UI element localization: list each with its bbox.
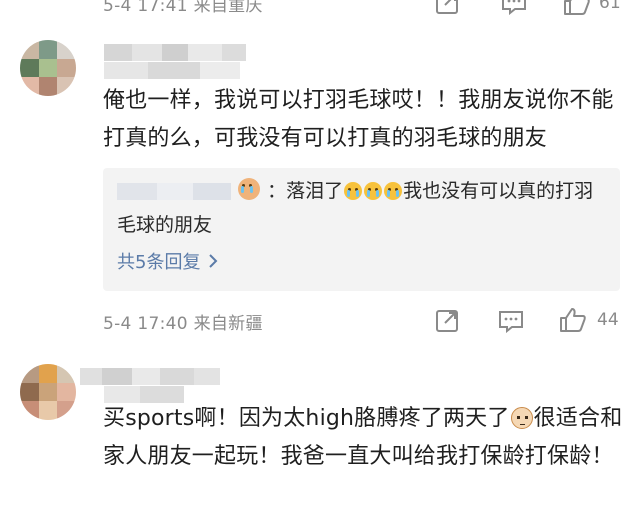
comment-1-meta: 5-4 17:40 来自新疆 [103,313,263,334]
thumbs-up-icon [564,0,590,15]
repost-icon [436,0,458,14]
like-button[interactable]: 44 [559,307,619,333]
repost-button[interactable] [435,0,461,15]
cat-emoji-icon [510,407,533,429]
avatar[interactable] [20,40,76,96]
crying-emoji-icon [344,182,363,200]
reply-text-before: ：落泪了 [267,180,344,202]
comment-top-meta-row: 5-4 17:41 来自重庆 61 [103,0,623,18]
reply-avatar-emoji [238,178,261,200]
comment-button[interactable] [498,309,524,333]
username-redacted[interactable] [80,368,220,385]
comment-1-body: 俺也一样，我说可以打羽毛球哎！！我朋友说你不能打真的么，可我没有可以打真的羽毛球… [103,88,614,151]
like-count: 61 [599,0,621,13]
comment-2-text-before: 买sports啊！因为太high胳膊疼了两天了 [103,406,510,431]
user-badge-redacted [104,62,240,79]
like-button[interactable]: 61 [563,0,621,16]
comment-2-body: 买sports啊！因为太high胳膊疼了两天了 很适合和家人朋友一起玩！我爸一直大… [103,400,623,476]
repost-icon [436,310,458,332]
reply-preview[interactable]: ：落泪了 我也没有可以真的打羽毛球的朋友 共5条回复 [103,168,620,291]
reply-text: ：落泪了 我也没有可以真的打羽毛球的朋友 [117,174,607,242]
chevron-right-icon [209,254,218,268]
comment-button[interactable] [501,0,527,15]
comment-1-meta-row: 5-4 17:40 来自新疆 44 [103,306,623,336]
crying-emoji-icon [384,182,403,200]
crying-emoji-icon [364,182,383,200]
avatar[interactable] [20,364,76,420]
reply-username-redacted[interactable] [117,183,231,200]
like-count: 44 [597,310,619,330]
view-replies-label: 共5条回复 [117,252,201,273]
thumbs-up-icon [560,308,586,332]
comment-icon [499,311,523,333]
comment-icon [502,0,526,15]
repost-button[interactable] [435,309,461,333]
username-redacted[interactable] [104,44,246,61]
comment-top-actions: 61 [103,0,623,18]
view-replies-link[interactable]: 共5条回复 [117,248,218,274]
